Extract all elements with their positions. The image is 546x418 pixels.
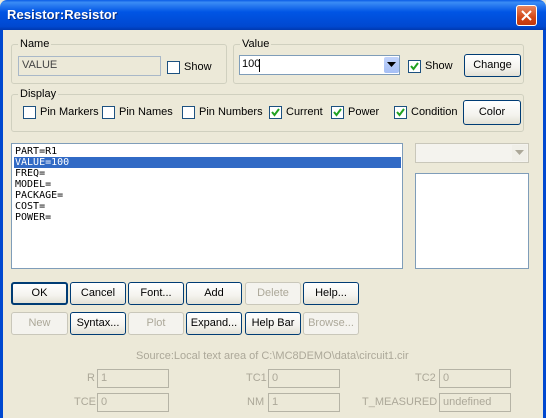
chevron-down-icon (515, 150, 524, 155)
attribute-list[interactable]: PART=R1 VALUE=100 FREQ= MODEL= PACKAGE= … (11, 143, 403, 269)
list-item[interactable]: POWER= (14, 212, 401, 223)
param-field-tc2[interactable]: 0 (439, 369, 511, 388)
help-button[interactable]: Help... (303, 282, 359, 305)
pin-markers-checkbox[interactable] (23, 106, 36, 119)
list-item[interactable]: MODEL= (14, 179, 401, 190)
value-dropdown-button[interactable] (384, 57, 399, 73)
name-field[interactable]: VALUE (18, 56, 161, 76)
font-button[interactable]: Font... (128, 282, 184, 305)
param-field-nm[interactable]: 1 (268, 393, 340, 412)
pin-markers-label: Pin Markers (40, 106, 99, 118)
plot-button[interactable]: Plot (128, 312, 184, 335)
checkmark-icon (271, 108, 280, 117)
power-checkbox[interactable] (331, 106, 344, 119)
param-label-t-measured: T_MEASURED (362, 396, 438, 408)
chevron-down-icon (387, 62, 396, 67)
checkmark-icon (333, 108, 342, 117)
display-group-legend: Display (18, 88, 59, 100)
new-button[interactable]: New (11, 312, 68, 335)
pin-numbers-checkbox[interactable] (182, 106, 195, 119)
syntax-button[interactable]: Syntax... (70, 312, 126, 335)
color-button[interactable]: Color (463, 100, 521, 125)
value-combobox[interactable]: 100 (239, 55, 400, 75)
model-dropdown-button[interactable] (512, 145, 527, 161)
list-item[interactable]: FREQ= (14, 168, 401, 179)
list-item[interactable]: PART=R1 (14, 146, 401, 157)
add-button[interactable]: Add (186, 282, 242, 305)
value-input-text[interactable]: 100 (242, 58, 260, 70)
pin-names-label: Pin Names (119, 106, 173, 118)
value-show-label: Show (425, 60, 453, 72)
text-cursor (259, 59, 260, 72)
source-text: Source:Local text area of C:\MC8DEMO\dat… (136, 350, 409, 362)
checkmark-icon (396, 108, 405, 117)
checkmark-icon (410, 62, 419, 71)
list-item[interactable]: COST= (14, 201, 401, 212)
change-button[interactable]: Change (464, 54, 521, 77)
param-label-tc1: TC1 (246, 372, 267, 384)
pin-names-checkbox[interactable] (102, 106, 115, 119)
delete-button[interactable]: Delete (245, 282, 301, 305)
param-field-t-measured[interactable]: undefined (439, 393, 511, 412)
condition-checkbox[interactable] (394, 106, 407, 119)
value-show-checkbox[interactable] (408, 60, 421, 73)
list-item[interactable]: PACKAGE= (14, 190, 401, 201)
list-item-selected[interactable]: VALUE=100 (14, 157, 401, 168)
current-checkbox[interactable] (269, 106, 282, 119)
name-group-legend: Name (18, 38, 52, 50)
param-field-tce[interactable]: 0 (97, 393, 169, 412)
name-show-checkbox[interactable] (167, 61, 180, 74)
close-button[interactable] (516, 5, 537, 26)
param-label-nm: NM (247, 396, 265, 408)
help-bar-button[interactable]: Help Bar (245, 312, 301, 335)
expand-button[interactable]: Expand... (186, 312, 242, 335)
window-title: Resistor:Resistor (7, 7, 118, 22)
param-label-tc2: TC2 (415, 372, 436, 384)
param-field-tc1[interactable]: 0 (268, 369, 340, 388)
close-icon (521, 10, 532, 21)
param-label-tce: TCE (74, 396, 96, 408)
pin-numbers-label: Pin Numbers (199, 106, 263, 118)
param-field-r[interactable]: 1 (97, 369, 169, 388)
preview-box (415, 173, 529, 269)
ok-button[interactable]: OK (11, 282, 68, 305)
name-show-label: Show (184, 61, 212, 73)
window-frame-left (0, 30, 3, 418)
cancel-button[interactable]: Cancel (70, 282, 126, 305)
current-label: Current (286, 106, 323, 118)
value-group-legend: Value (240, 38, 272, 50)
browse-button[interactable]: Browse... (303, 312, 359, 335)
param-label-r: R (87, 372, 95, 384)
condition-label: Condition (411, 106, 458, 118)
model-dropdown[interactable] (415, 143, 529, 163)
power-label: Power (348, 106, 380, 118)
